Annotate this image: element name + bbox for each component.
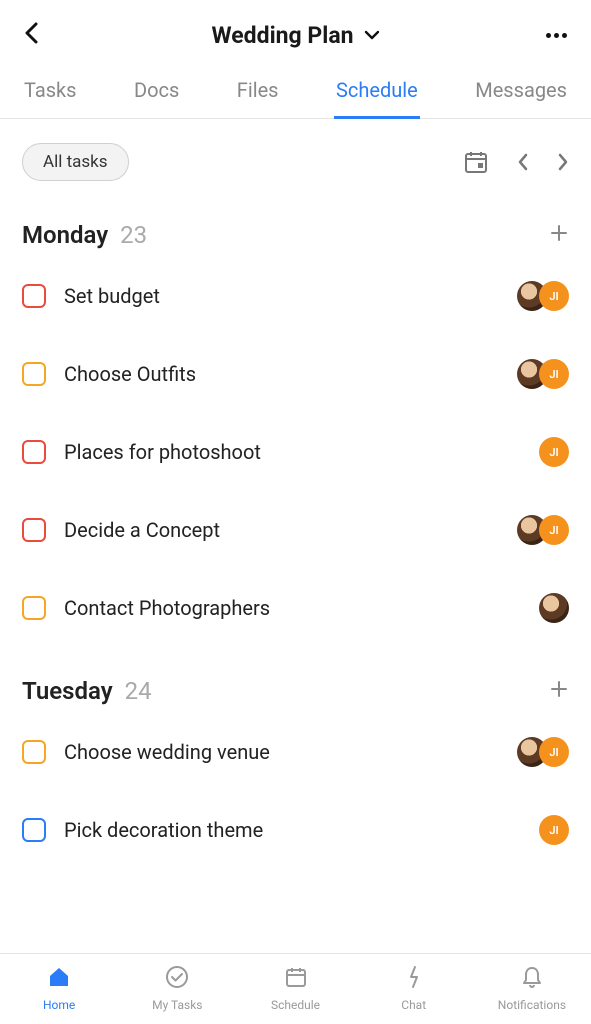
tab-tasks[interactable]: Tasks bbox=[24, 64, 77, 118]
task-assignees: JI bbox=[539, 815, 569, 845]
filter-row: All tasks bbox=[0, 119, 591, 191]
day-number: 24 bbox=[125, 677, 152, 705]
nav-my-tasks[interactable]: My Tasks bbox=[118, 964, 236, 1012]
title-dropdown[interactable]: Wedding Plan bbox=[211, 22, 379, 49]
task-row[interactable]: Choose wedding venue JI bbox=[0, 713, 591, 791]
day-number: 23 bbox=[120, 221, 147, 249]
task-title: Choose wedding venue bbox=[64, 740, 517, 764]
bell-icon bbox=[519, 964, 545, 994]
task-title: Decide a Concept bbox=[64, 518, 517, 542]
task-assignees: JI bbox=[517, 359, 569, 389]
filter-all-tasks[interactable]: All tasks bbox=[22, 143, 129, 181]
nav-label: Schedule bbox=[271, 998, 320, 1012]
avatar-photo bbox=[539, 593, 569, 623]
tab-files[interactable]: Files bbox=[237, 64, 279, 118]
task-checkbox[interactable] bbox=[22, 818, 46, 842]
tab-docs[interactable]: Docs bbox=[134, 64, 179, 118]
day-name: Tuesday bbox=[22, 677, 113, 705]
task-row[interactable]: Places for photoshootJI bbox=[0, 413, 591, 491]
home-icon bbox=[46, 964, 72, 994]
task-checkbox[interactable] bbox=[22, 596, 46, 620]
nav-label: My Tasks bbox=[152, 998, 202, 1012]
nav-chat[interactable]: Chat bbox=[355, 964, 473, 1012]
day-section: Tuesday 24 bbox=[0, 647, 591, 713]
prev-arrow[interactable] bbox=[517, 152, 529, 172]
chevron-down-icon bbox=[364, 30, 380, 40]
avatar-initials: JI bbox=[539, 815, 569, 845]
task-title: Places for photoshoot bbox=[64, 440, 539, 464]
task-title: Set budget bbox=[64, 284, 517, 308]
task-title: Contact Photographers bbox=[64, 596, 539, 620]
add-task-button[interactable] bbox=[549, 679, 569, 703]
bottom-nav: Home My Tasks Schedule Chat Notifications bbox=[0, 953, 591, 1024]
task-checkbox[interactable] bbox=[22, 284, 46, 308]
avatar-initials: JI bbox=[539, 737, 569, 767]
avatar-initials: JI bbox=[539, 437, 569, 467]
task-assignees: JI bbox=[517, 281, 569, 311]
task-title: Pick decoration theme bbox=[64, 818, 539, 842]
avatar-initials: JI bbox=[539, 359, 569, 389]
task-row[interactable]: Contact Photographers bbox=[0, 569, 591, 647]
task-checkbox[interactable] bbox=[22, 518, 46, 542]
nav-notifications[interactable]: Notifications bbox=[473, 964, 591, 1012]
task-assignees: JI bbox=[517, 737, 569, 767]
avatar-initials: JI bbox=[539, 515, 569, 545]
next-arrow[interactable] bbox=[557, 152, 569, 172]
task-assignees: JI bbox=[539, 437, 569, 467]
task-row[interactable]: Decide a Concept JI bbox=[0, 491, 591, 569]
task-row[interactable]: Pick decoration themeJI bbox=[0, 791, 591, 869]
nav-label: Notifications bbox=[498, 998, 566, 1012]
task-checkbox[interactable] bbox=[22, 440, 46, 464]
task-row[interactable]: Set budget JI bbox=[0, 257, 591, 335]
avatar-initials: JI bbox=[539, 281, 569, 311]
nav-label: Home bbox=[43, 998, 75, 1012]
back-button[interactable] bbox=[24, 22, 38, 48]
bolt-icon bbox=[401, 964, 427, 994]
day-header: Monday 23 bbox=[22, 221, 569, 249]
task-assignees: JI bbox=[517, 515, 569, 545]
task-row[interactable]: Choose Outfits JI bbox=[0, 335, 591, 413]
tab-messages[interactable]: Messages bbox=[475, 64, 567, 118]
header: Wedding Plan bbox=[0, 0, 591, 64]
task-checkbox[interactable] bbox=[22, 362, 46, 386]
nav-schedule[interactable]: Schedule bbox=[236, 964, 354, 1012]
task-checkbox[interactable] bbox=[22, 740, 46, 764]
task-title: Choose Outfits bbox=[64, 362, 517, 386]
tabs: Tasks Docs Files Schedule Messages bbox=[0, 64, 591, 119]
more-button[interactable] bbox=[546, 33, 567, 38]
tab-schedule[interactable]: Schedule bbox=[336, 64, 418, 118]
task-assignees bbox=[539, 593, 569, 623]
page-title: Wedding Plan bbox=[211, 22, 353, 49]
day-header: Tuesday 24 bbox=[22, 677, 569, 705]
nav-home[interactable]: Home bbox=[0, 964, 118, 1012]
nav-label: Chat bbox=[401, 998, 426, 1012]
add-task-button[interactable] bbox=[549, 223, 569, 247]
day-section: Monday 23 bbox=[0, 191, 591, 257]
day-name: Monday bbox=[22, 221, 108, 249]
check-circle-icon bbox=[164, 964, 190, 994]
calendar-icon bbox=[283, 964, 309, 994]
calendar-icon[interactable] bbox=[463, 149, 489, 175]
